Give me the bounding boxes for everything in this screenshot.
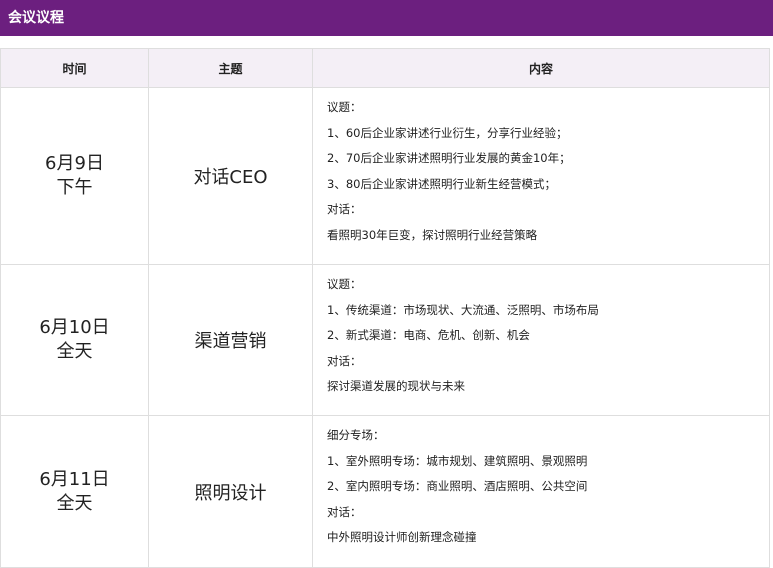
content-line: 对话：: [327, 202, 362, 216]
content-line: 2、70后企业家讲述照明行业发展的黄金10年；: [327, 151, 571, 165]
content-line: 3、80后企业家讲述照明行业新生经营模式；: [327, 176, 556, 191]
content-line: 探讨渠道发展的现状与未来: [327, 379, 465, 393]
table-row: 6月11日 全天 照明设计 细分专场： 1、室外照明专场：城市规划、建筑照明、景…: [0, 415, 770, 568]
content-line: 1、室外照明专场：城市规划、建筑照明、景观照明: [327, 453, 588, 468]
header-topic: 主题: [148, 48, 313, 88]
content-line: 看照明30年巨变，探讨照明行业经营策略: [327, 227, 538, 242]
content-line: 中外照明设计师创新理念碰撞: [327, 530, 477, 544]
content-line: 对话：: [327, 353, 362, 368]
header-content: 内容: [312, 48, 770, 88]
agenda-table: 时间 主题 内容 6月9日 下午 对话CEO 议题： 1、60后企业家讲述行业衍…: [0, 48, 770, 568]
session-content: 细分专场： 1、室外照明专场：城市规划、建筑照明、景观照明 2、室内照明专场：商…: [312, 415, 770, 568]
session-time: 6月9日 下午: [0, 87, 149, 265]
session-topic: 渠道营销: [148, 264, 313, 416]
content-line: 2、新式渠道：电商、危机、创新、机会: [327, 328, 530, 342]
session-topic: 对话CEO: [148, 87, 313, 265]
content-line: 细分专场：: [327, 428, 385, 442]
session-period: 全天: [56, 492, 93, 514]
session-date: 6月10日: [39, 317, 110, 338]
session-period: 全天: [56, 341, 93, 362]
session-content: 议题： 1、60后企业家讲述行业衍生，分享行业经验； 2、70后企业家讲述照明行…: [312, 87, 770, 265]
content-line: 1、传统渠道：市场现状、大流通、泛照明、市场布局: [327, 302, 599, 317]
agenda-title: 会议议程: [8, 10, 64, 26]
content-line: 议题：: [327, 100, 362, 114]
session-time: 6月10日 全天: [0, 264, 149, 416]
header-time: 时间: [0, 48, 149, 88]
agenda-banner: 会议议程: [0, 0, 773, 36]
session-topic: 照明设计: [148, 415, 313, 568]
table-row: 6月9日 下午 对话CEO 议题： 1、60后企业家讲述行业衍生，分享行业经验；…: [0, 87, 770, 265]
session-time: 6月11日 全天: [0, 415, 149, 568]
content-line: 2、室内照明专场：商业照明、酒店照明、公共空间: [327, 479, 588, 493]
content-line: 1、60后企业家讲述行业衍生，分享行业经验；: [327, 125, 568, 140]
session-period: 下午: [56, 177, 93, 198]
content-line: 对话：: [327, 504, 362, 519]
table-row: 6月10日 全天 渠道营销 议题： 1、传统渠道：市场现状、大流通、泛照明、市场…: [0, 264, 770, 416]
content-line: 议题：: [327, 277, 362, 291]
session-date: 6月11日: [39, 468, 110, 490]
table-header-row: 时间 主题 内容: [0, 48, 770, 88]
session-content: 议题： 1、传统渠道：市场现状、大流通、泛照明、市场布局 2、新式渠道：电商、危…: [312, 264, 770, 416]
session-date: 6月9日: [45, 153, 104, 174]
